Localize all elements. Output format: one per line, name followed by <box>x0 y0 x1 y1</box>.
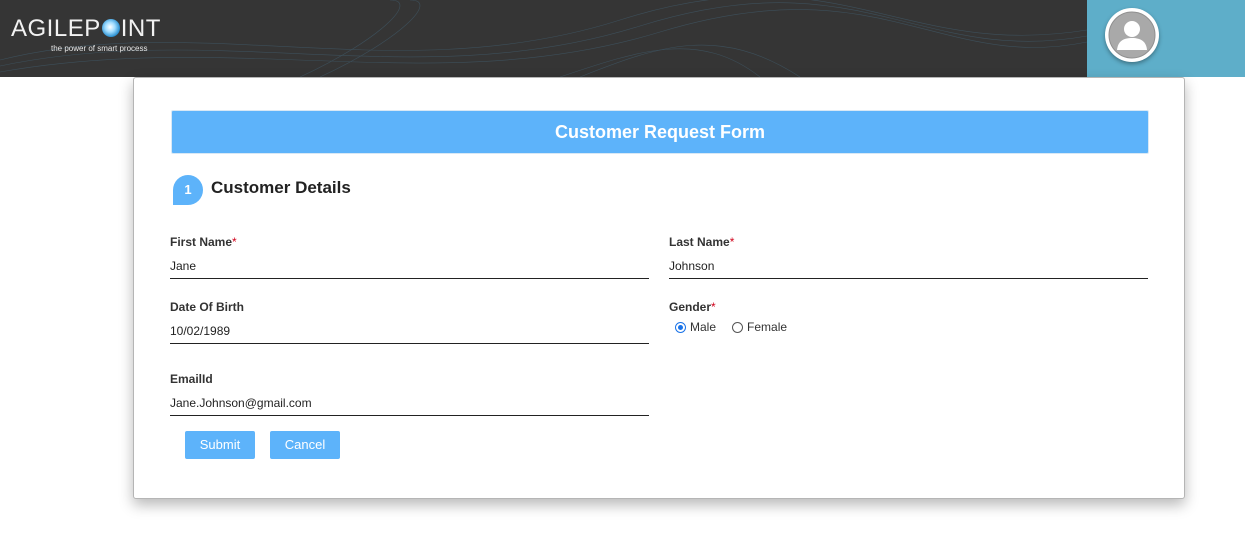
gender-label-text: Gender <box>669 300 712 314</box>
required-mark: * <box>711 300 716 314</box>
gender-radio-group: Male Female <box>675 320 803 334</box>
user-panel <box>1087 0 1245 77</box>
dob-input[interactable] <box>170 319 649 344</box>
agilepoint-logo[interactable]: AGILEP INT the power of smart process <box>11 14 161 53</box>
app-header: AGILEP INT the power of smart process <box>0 0 1245 77</box>
user-avatar-icon <box>1108 11 1156 59</box>
form-card: Customer Request Form 1 Customer Details… <box>133 77 1185 499</box>
logo-tagline: the power of smart process <box>51 44 148 53</box>
email-label: EmailId <box>170 372 213 386</box>
logo-text-pre: AGILEP <box>11 15 101 42</box>
first-name-input[interactable] <box>170 254 649 279</box>
submit-button[interactable]: Submit <box>185 431 255 459</box>
logo-text-post: INT <box>120 15 161 42</box>
gender-option-male[interactable]: Male <box>675 320 716 334</box>
male-radio-label: Male <box>690 320 717 334</box>
last-name-label: Last Name* <box>669 235 734 249</box>
female-radio[interactable] <box>732 321 744 333</box>
dob-label: Date Of Birth <box>170 300 245 314</box>
email-input[interactable] <box>170 391 649 416</box>
section-title: Customer Details <box>211 178 351 197</box>
user-avatar-button[interactable] <box>1105 8 1159 62</box>
last-name-label-text: Last Name <box>669 235 730 249</box>
required-mark: * <box>729 235 735 249</box>
logo-orb-icon <box>101 19 120 37</box>
cancel-button[interactable]: Cancel <box>270 431 340 459</box>
male-radio[interactable] <box>675 321 686 333</box>
header-wave-pattern <box>0 0 1087 77</box>
last-name-input[interactable] <box>669 254 1148 279</box>
required-mark: * <box>232 235 237 249</box>
first-name-label: First Name* <box>170 235 237 249</box>
section-number-badge: 1 <box>173 175 203 205</box>
first-name-label-text: First Name <box>170 235 233 249</box>
gender-label: Gender* <box>669 300 716 314</box>
female-radio-label: Female <box>747 320 788 334</box>
gender-option-female[interactable]: Female <box>732 320 787 334</box>
form-title: Customer Request Form <box>171 110 1149 154</box>
